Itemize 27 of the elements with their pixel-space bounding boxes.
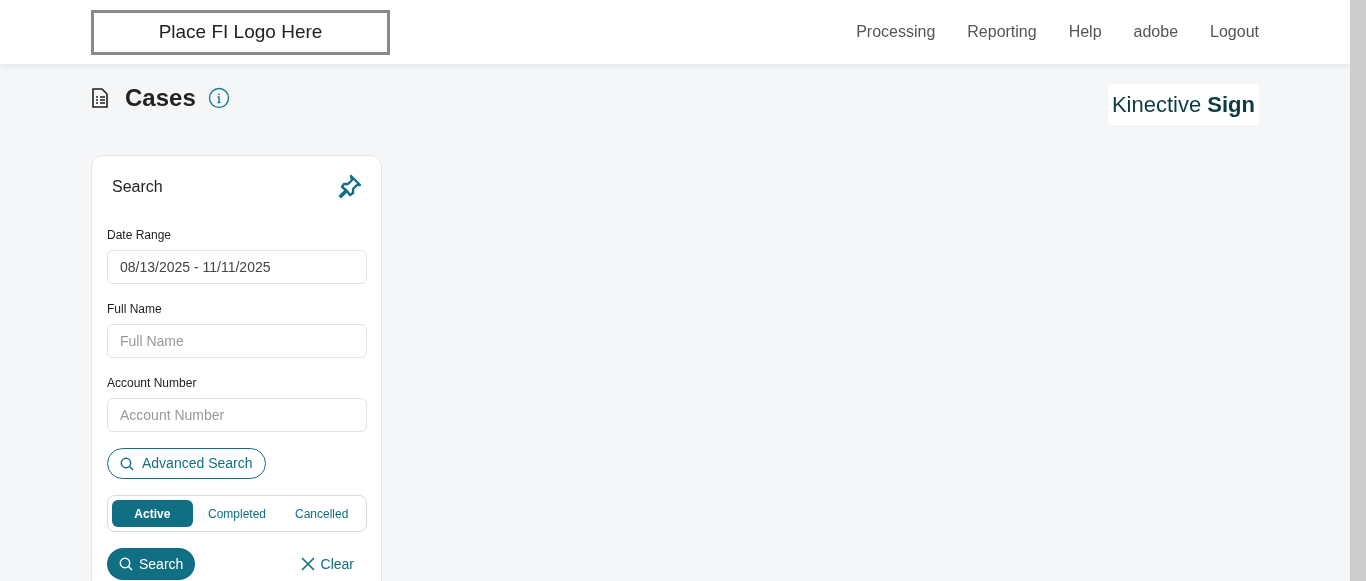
- field-label: Full Name: [107, 301, 163, 318]
- search-icon: [119, 557, 133, 571]
- input-field[interactable]: 08/13/2025 - 11/11/2025: [107, 250, 367, 284]
- nav-link[interactable]: adobe: [1133, 20, 1179, 44]
- nav-link[interactable]: Help: [1068, 20, 1102, 44]
- input-field[interactable]: Full Name: [107, 324, 367, 358]
- search-button[interactable]: Search: [107, 548, 196, 580]
- logo: Place FI Logo Here: [91, 9, 390, 55]
- panel-title: Search: [112, 177, 163, 197]
- page-title: Cases: [125, 83, 196, 113]
- scrollbar[interactable]: [1350, 0, 1366, 581]
- close-icon: [300, 557, 315, 571]
- field-label: Date Range: [107, 227, 173, 244]
- info-icon[interactable]: [207, 87, 230, 109]
- search-icon: [120, 456, 134, 471]
- clear-button[interactable]: Clear: [300, 553, 354, 575]
- status-tab[interactable]: Cancelled: [281, 500, 362, 527]
- pin-icon[interactable]: [336, 174, 362, 200]
- nav-link[interactable]: Processing: [856, 20, 936, 44]
- status-tab[interactable]: Completed: [196, 500, 278, 527]
- document-list-icon: [91, 88, 109, 108]
- nav-link[interactable]: Logout: [1210, 20, 1259, 44]
- input-field[interactable]: Account Number: [107, 398, 367, 432]
- field-label: Account Number: [107, 375, 198, 392]
- status-tab[interactable]: Active: [112, 500, 193, 527]
- nav-link[interactable]: Reporting: [967, 20, 1037, 44]
- brand-logo: Kinective Sign: [1107, 84, 1259, 125]
